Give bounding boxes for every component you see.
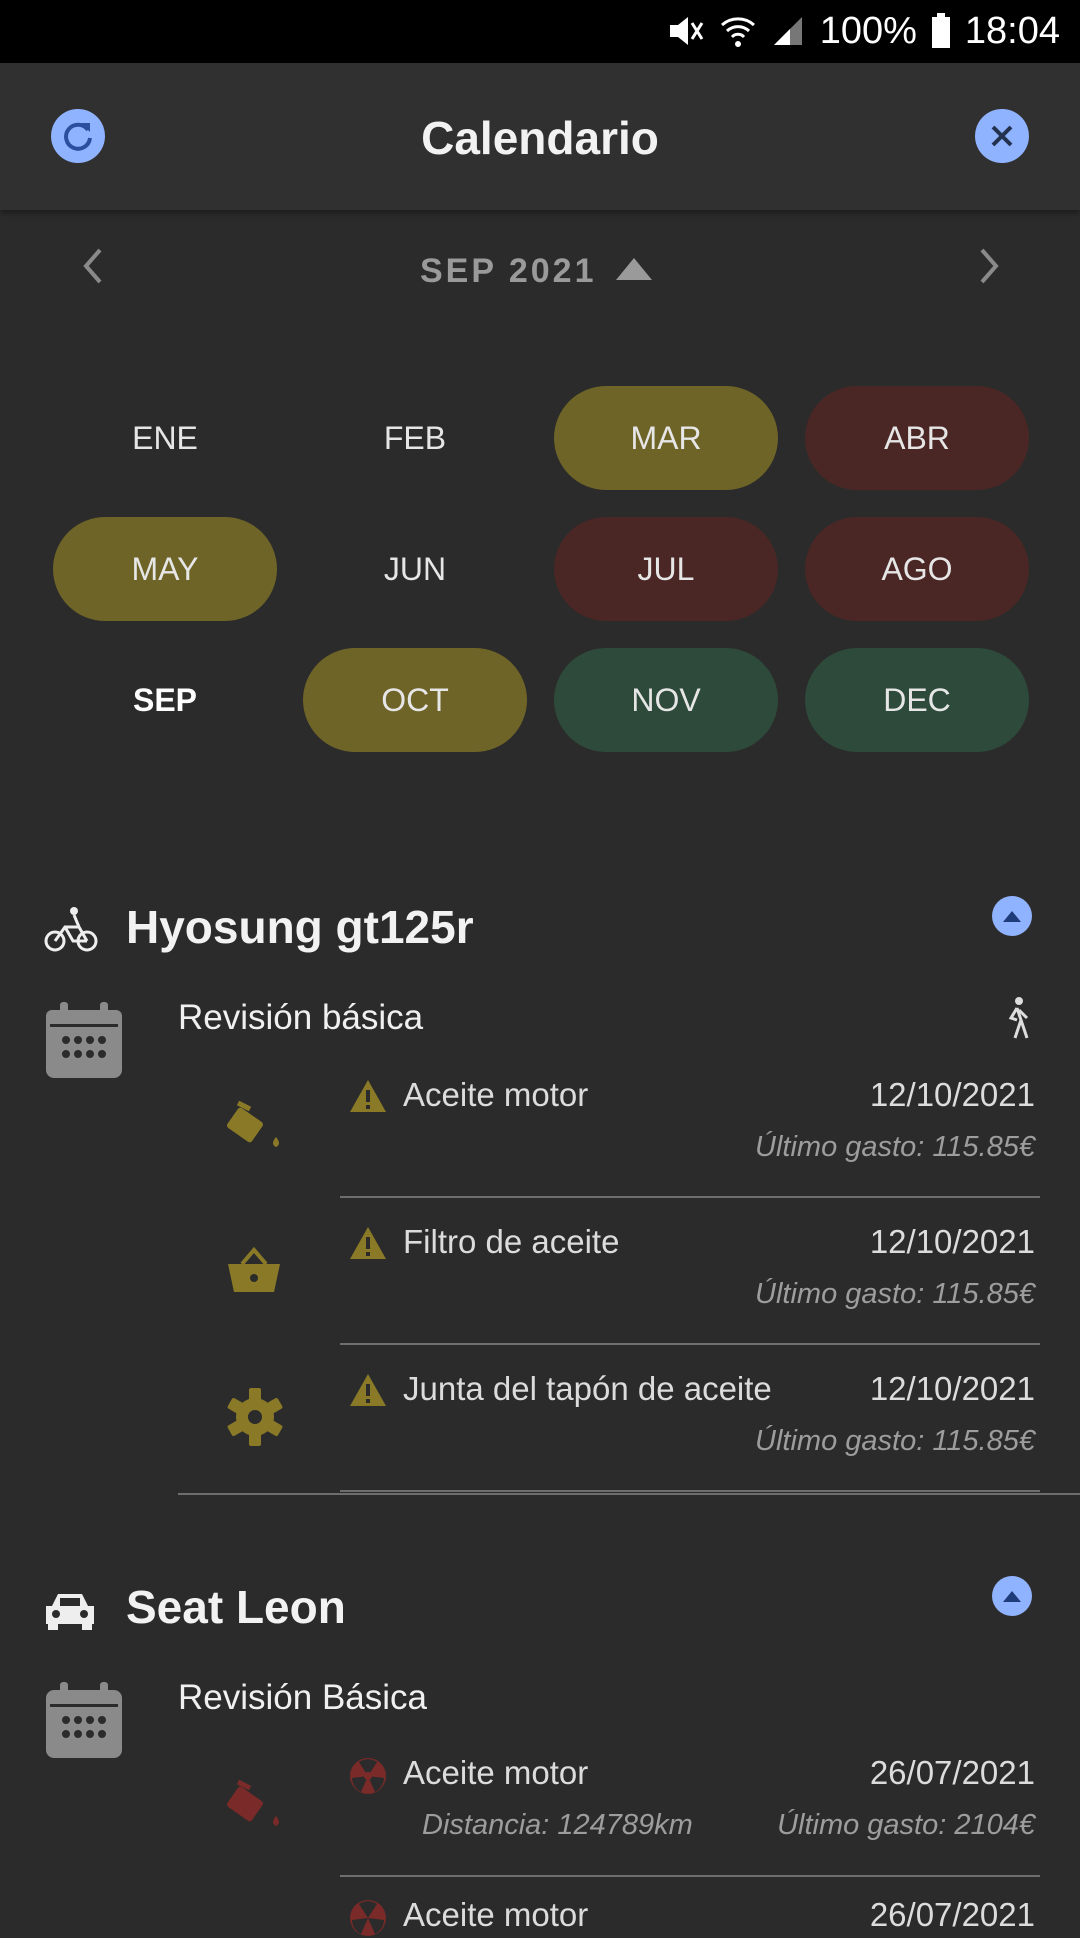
gear-icon: [227, 1388, 283, 1446]
close-button[interactable]: [975, 109, 1029, 163]
item-date: 12/10/2021: [869, 1370, 1035, 1407]
month-oct[interactable]: OCT: [303, 648, 527, 752]
chevron-right-icon[interactable]: [976, 244, 1004, 288]
oil-can-icon: [227, 1100, 279, 1147]
wifi-icon: [720, 17, 755, 47]
chevron-left-icon[interactable]: [78, 244, 106, 288]
app-header: Calendario: [0, 63, 1080, 210]
mute-icon: [669, 17, 703, 45]
oil-can-icon: [227, 1779, 279, 1826]
item-name: Aceite motor: [403, 1896, 589, 1933]
item-distance: Distancia: 124789km: [422, 1809, 693, 1841]
warning-icon: [350, 1080, 386, 1112]
page-title: Calendario: [421, 112, 659, 164]
status-bar: 100% 18:04: [0, 0, 1080, 63]
month-jun[interactable]: JUN: [303, 517, 527, 621]
item-date: 12/10/2021: [869, 1223, 1035, 1260]
walking-icon[interactable]: [1001, 996, 1035, 1040]
month-sep[interactable]: SEP: [53, 648, 277, 752]
vehicle-name: Hyosung gt125r: [126, 901, 474, 953]
item-date: 12/10/2021: [869, 1076, 1035, 1113]
month-mar[interactable]: MAR: [554, 386, 778, 490]
month-may[interactable]: MAY: [53, 517, 277, 621]
vehicle-name: Seat Leon: [126, 1581, 346, 1633]
battery-icon: [931, 13, 950, 48]
divider: [340, 1343, 1040, 1345]
collapse-button[interactable]: [992, 896, 1032, 936]
bicycle-icon: [44, 907, 98, 952]
item-cost: Último gasto: 115.85€: [755, 1131, 1035, 1163]
item-cost: Último gasto: 115.85€: [755, 1278, 1035, 1310]
radiation-icon: [350, 1758, 386, 1794]
service-title: Revisión Básica: [178, 1678, 427, 1717]
item-cost: Último gasto: 2104€: [777, 1809, 1035, 1841]
month-abr[interactable]: ABR: [805, 386, 1029, 490]
item-date: 26/07/2021: [869, 1754, 1035, 1791]
car-icon: [46, 1594, 94, 1630]
item-name: Aceite motor: [403, 1076, 589, 1113]
current-month-label[interactable]: SEP 2021: [420, 252, 597, 291]
section-divider: [178, 1493, 1080, 1495]
calendar-icon: [46, 1002, 122, 1078]
service-title: Revisión básica: [178, 998, 424, 1037]
month-ago[interactable]: AGO: [805, 517, 1029, 621]
radiation-icon: [350, 1900, 386, 1936]
signal-icon: [773, 17, 802, 45]
divider: [340, 1875, 1040, 1877]
calendar-icon: [46, 1682, 122, 1758]
item-date: 26/07/2021: [869, 1896, 1035, 1933]
caret-up-icon[interactable]: [614, 254, 654, 282]
close-icon: [991, 125, 1013, 147]
collapse-button[interactable]: [992, 1576, 1032, 1616]
battery-percent: 100%: [819, 9, 917, 52]
caret-up-icon: [1003, 911, 1021, 922]
month-jul[interactable]: JUL: [554, 517, 778, 621]
divider: [340, 1196, 1040, 1198]
month-ene[interactable]: ENE: [53, 386, 277, 490]
basket-icon: [228, 1246, 280, 1292]
item-name: Junta del tapón de aceite: [403, 1370, 772, 1407]
caret-up-icon: [1003, 1591, 1021, 1602]
item-name: Aceite motor: [403, 1754, 589, 1791]
warning-icon: [350, 1227, 386, 1259]
month-feb[interactable]: FEB: [303, 386, 527, 490]
month-nov[interactable]: NOV: [554, 648, 778, 752]
divider: [340, 1490, 1040, 1492]
item-cost: Último gasto: 115.85€: [755, 1425, 1035, 1457]
warning-icon: [350, 1374, 386, 1406]
month-navigator: SEP 2021: [0, 230, 1080, 310]
clock: 18:04: [964, 9, 1060, 52]
item-name: Filtro de aceite: [403, 1223, 620, 1260]
month-dec[interactable]: DEC: [805, 648, 1029, 752]
